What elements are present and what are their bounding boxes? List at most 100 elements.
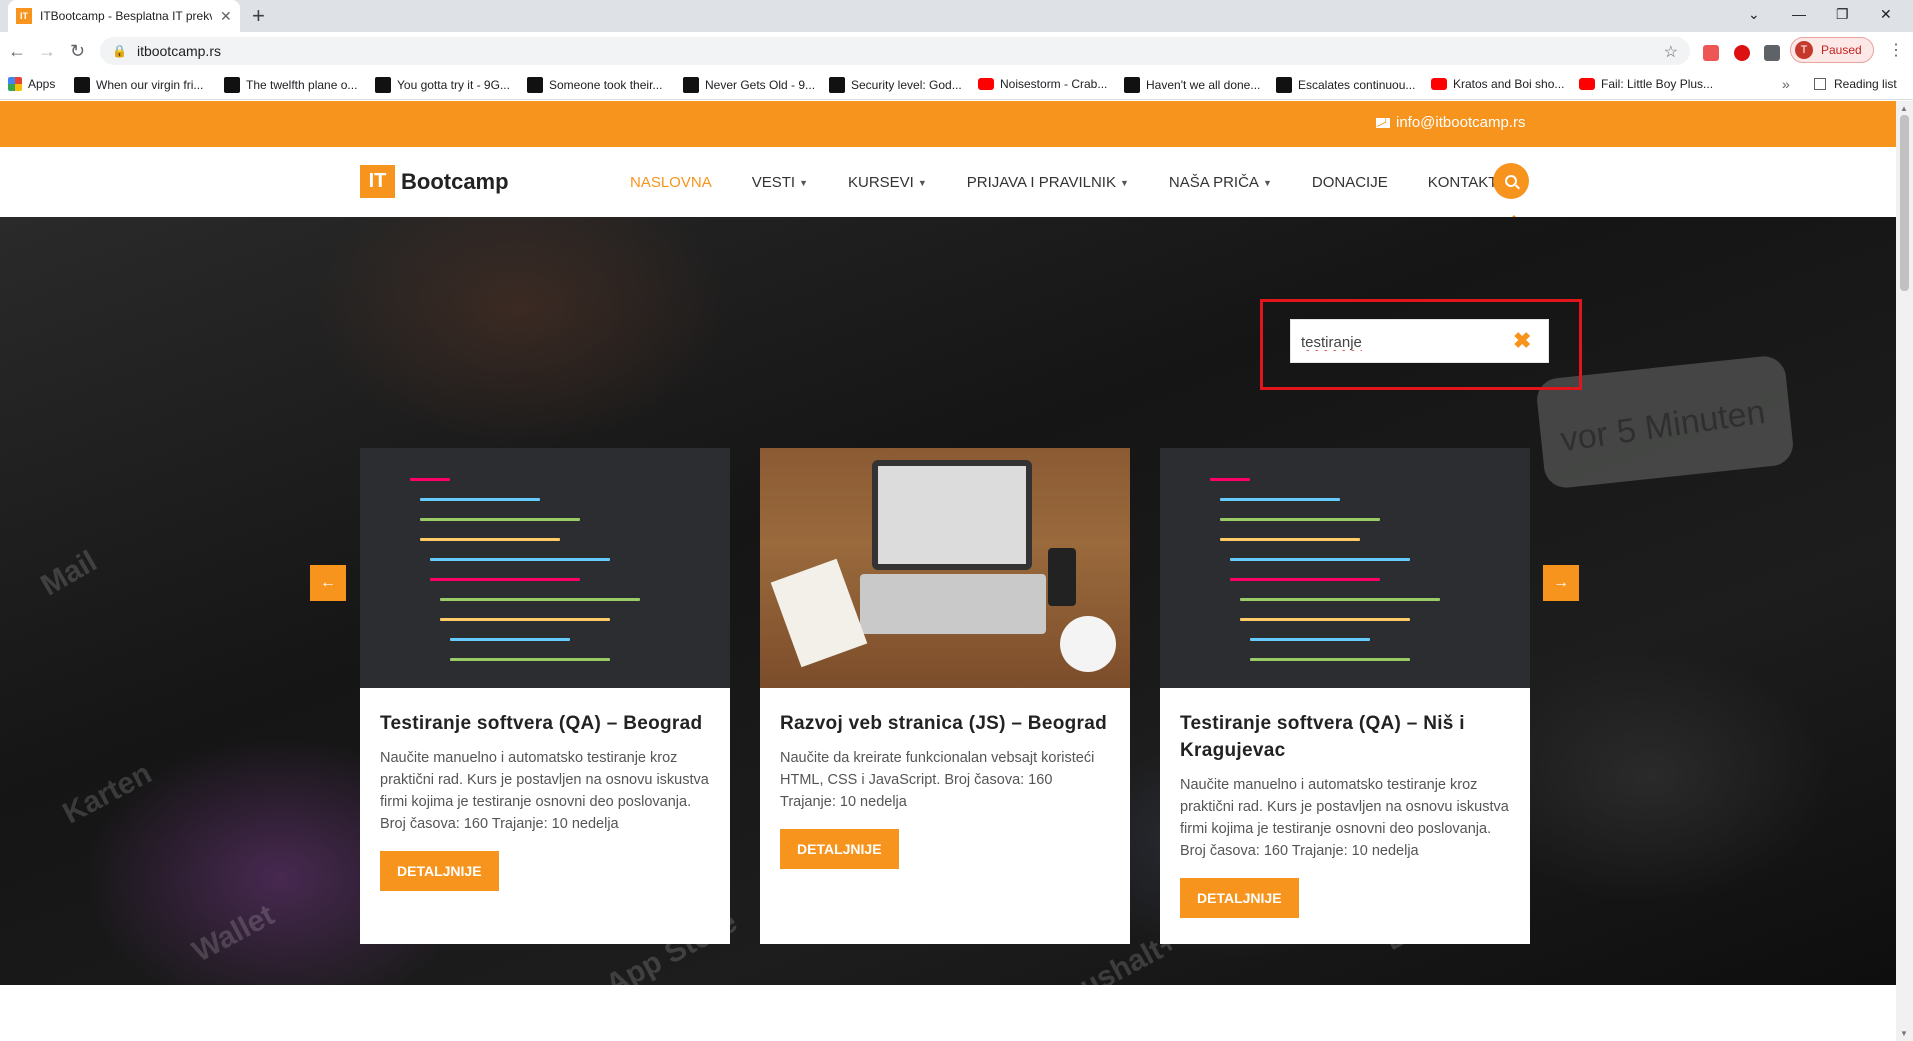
address-bar[interactable]: 🔒 itbootcamp.rs ☆ xyxy=(100,37,1690,65)
code-line xyxy=(440,598,640,601)
laptop-screen xyxy=(872,460,1032,570)
bookmark-item[interactable]: The twelfth plane o... xyxy=(224,77,357,93)
bookmark-star-icon[interactable]: ☆ xyxy=(1664,42,1678,62)
restore-icon[interactable]: ❐ xyxy=(1836,6,1849,23)
details-button[interactable]: DETALJNIJE xyxy=(1180,878,1299,918)
tab-search-icon[interactable]: ⌄ xyxy=(1748,6,1760,23)
code-line xyxy=(1230,578,1380,581)
bookmark-item[interactable]: Kratos and Boi sho... xyxy=(1431,77,1564,91)
scroll-down-icon[interactable]: ▼ xyxy=(1900,1029,1908,1038)
details-button[interactable]: DETALJNIJE xyxy=(380,851,499,891)
menu-item-nasa-prica[interactable]: NAŠA PRIČA ▼ xyxy=(1169,174,1272,191)
reading-list-button[interactable]: Reading list xyxy=(1814,77,1897,91)
adblock-icon[interactable] xyxy=(1734,45,1750,61)
slider-next-button[interactable]: → xyxy=(1543,565,1579,601)
page-scrollbar[interactable]: ▲ ▼ xyxy=(1896,101,1913,1041)
phone xyxy=(1048,548,1076,606)
scroll-thumb[interactable] xyxy=(1900,115,1909,291)
menu-item-naslovna[interactable]: NASLOVNA xyxy=(630,174,712,191)
code-line xyxy=(430,558,610,561)
minimize-icon[interactable]: — xyxy=(1792,6,1806,22)
code-line xyxy=(1240,618,1410,621)
menu-item-prijava[interactable]: PRIJAVA I PRAVILNIK ▼ xyxy=(967,174,1129,191)
site-header: IT Bootcamp NASLOVNA VESTI ▼ KURSEVI ▼ PRI… xyxy=(0,147,1896,222)
lock-icon[interactable]: 🔒 xyxy=(112,44,127,58)
annotation-highlight-box xyxy=(1260,299,1582,390)
notebook xyxy=(770,558,868,668)
9gag-icon xyxy=(74,77,90,93)
code-line xyxy=(1250,658,1410,661)
url-text[interactable]: itbootcamp.rs xyxy=(137,43,221,59)
reload-icon[interactable]: ↻ xyxy=(70,41,85,61)
code-line xyxy=(450,638,570,641)
web-page: info@itbootcamp.rs IT Bootcamp NASLOVNA … xyxy=(0,101,1896,1041)
menu-item-kursevi[interactable]: KURSEVI ▼ xyxy=(848,174,927,191)
code-editor-image xyxy=(1160,448,1530,688)
bookmarks-overflow-icon[interactable]: » xyxy=(1782,76,1790,92)
card-body: Testiranje softvera (QA) – Beograd Nauči… xyxy=(360,688,730,891)
arrow-left-icon: ← xyxy=(320,574,336,591)
code-line xyxy=(420,538,560,541)
bookmark-item[interactable]: Haven't we all done... xyxy=(1124,77,1260,93)
card-body: Razvoj veb stranica (JS) – Beograd Nauči… xyxy=(760,688,1130,869)
main-menu: NASLOVNA VESTI ▼ KURSEVI ▼ PRIJAVA I PRAVI… xyxy=(630,174,1537,191)
bookmarks-bar: Apps When our virgin fri... The twelfth … xyxy=(0,70,1913,100)
close-tab-icon[interactable]: ✕ xyxy=(220,8,232,25)
bookmark-item[interactable]: Noisestorm - Crab... xyxy=(978,77,1107,91)
laptop-desk-image xyxy=(760,448,1130,688)
extension-icon[interactable] xyxy=(1703,45,1719,61)
back-icon[interactable]: ← xyxy=(8,41,26,61)
bookmark-apps[interactable]: Apps xyxy=(8,77,55,91)
chevron-down-icon: ▼ xyxy=(1119,177,1129,188)
site-logo[interactable]: IT Bootcamp xyxy=(360,165,509,198)
code-line xyxy=(1250,638,1370,641)
extensions-puzzle-icon[interactable] xyxy=(1764,45,1780,61)
course-card: Razvoj veb stranica (JS) – Beograd Nauči… xyxy=(760,448,1130,944)
scroll-up-icon[interactable]: ▲ xyxy=(1900,104,1908,113)
menu-item-kontakt[interactable]: KONTAKT xyxy=(1428,174,1498,191)
youtube-icon xyxy=(1579,78,1595,90)
apps-icon xyxy=(8,77,22,91)
9gag-icon xyxy=(683,77,699,93)
9gag-icon xyxy=(1276,77,1292,93)
bookmark-item[interactable]: Fail: Little Boy Plus... xyxy=(1579,77,1713,91)
card-title[interactable]: Testiranje softvera (QA) – Niš i Kraguje… xyxy=(1180,710,1510,764)
email-link[interactable]: info@itbootcamp.rs xyxy=(1376,114,1525,131)
code-line xyxy=(420,518,580,521)
menu-item-donacije[interactable]: DONACIJE xyxy=(1312,174,1388,191)
active-tab[interactable]: IT ITBootcamp - Besplatna IT prekv ✕ xyxy=(8,0,240,32)
youtube-icon xyxy=(1431,78,1447,90)
menu-item-vesti[interactable]: VESTI ▼ xyxy=(752,174,808,191)
card-description: Naučite manuelno i automatsko testiranje… xyxy=(380,750,709,832)
slider-prev-button[interactable]: ← xyxy=(310,565,346,601)
code-line xyxy=(1220,538,1360,541)
bookmark-item[interactable]: You gotta try it - 9G... xyxy=(375,77,510,93)
9gag-icon xyxy=(829,77,845,93)
search-toggle-button[interactable] xyxy=(1493,163,1529,199)
code-line xyxy=(1220,498,1340,501)
logo-text: Bootcamp xyxy=(401,168,509,194)
browser-window: IT ITBootcamp - Besplatna IT prekv ✕ + ⌄… xyxy=(0,0,1913,1041)
bookmark-item[interactable]: Someone took their... xyxy=(527,77,662,93)
menu-kebab-icon[interactable]: ⋮ xyxy=(1888,40,1904,60)
code-line xyxy=(420,498,540,501)
card-description: Naučite manuelno i automatsko testiranje… xyxy=(1180,777,1509,859)
bookmark-item[interactable]: Escalates continuou... xyxy=(1276,77,1415,93)
9gag-icon xyxy=(375,77,391,93)
forward-icon[interactable]: → xyxy=(38,41,56,61)
youtube-icon xyxy=(978,78,994,90)
code-line xyxy=(1230,558,1410,561)
card-title[interactable]: Razvoj veb stranica (JS) – Beograd xyxy=(780,710,1110,737)
bookmark-item[interactable]: Never Gets Old - 9... xyxy=(683,77,815,93)
search-icon xyxy=(1505,175,1517,187)
bookmark-item[interactable]: When our virgin fri... xyxy=(74,77,203,93)
new-tab-icon[interactable]: + xyxy=(252,4,265,28)
card-title[interactable]: Testiranje softvera (QA) – Beograd xyxy=(380,710,710,737)
chevron-down-icon: ▼ xyxy=(917,177,927,188)
close-window-icon[interactable]: ✕ xyxy=(1880,6,1892,23)
details-button[interactable]: DETALJNIJE xyxy=(780,829,899,869)
chevron-down-icon: ▼ xyxy=(1262,177,1272,188)
profile-button[interactable]: T Paused xyxy=(1790,37,1874,63)
top-contact-bar: info@itbootcamp.rs xyxy=(0,101,1896,147)
bookmark-item[interactable]: Security level: God... xyxy=(829,77,962,93)
